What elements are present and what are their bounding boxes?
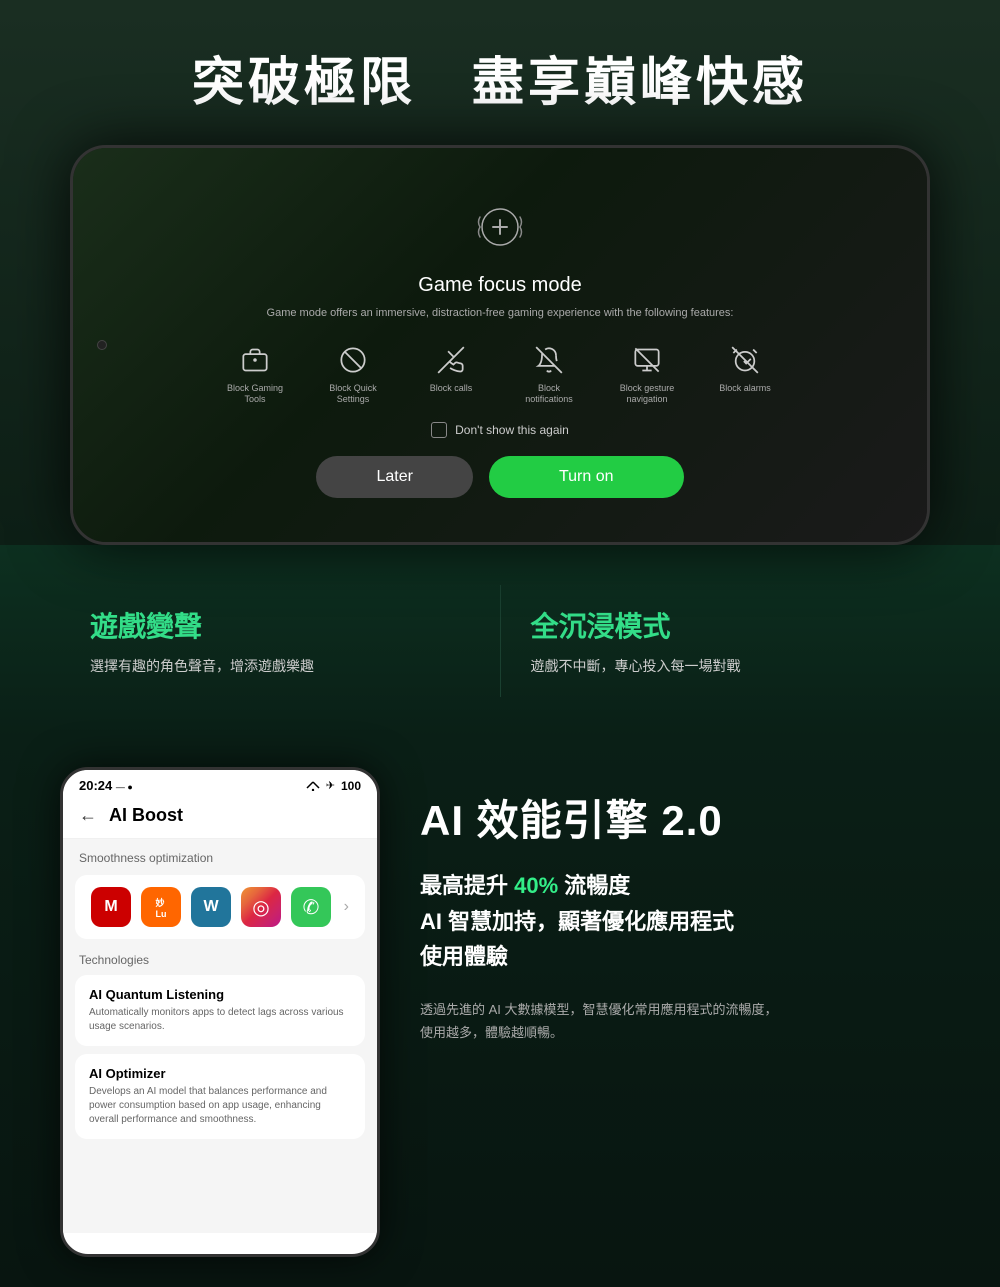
later-button[interactable]: Later [316,456,472,498]
apps-row[interactable]: M 妙Lu W ◎ ✆ › [75,875,365,939]
headline: 突破極限 盡享巔峰快感 [192,40,808,115]
phone2-content: Smoothness optimization M 妙Lu W ◎ ✆ › Te… [63,839,377,1233]
features-row: Block GamingTools Block QuickSettings Bl… [210,342,790,406]
info-highlights: 最高提升 40% 流暢度 AI 智慧加持，顯著優化應用程式 使用體驗 [420,868,940,974]
middle-section: 遊戲變聲 選擇有趣的角色聲音，增添遊戲樂趣 全沉浸模式 遊戲不中斷，專心投入每一… [0,545,1000,737]
ai-engine-title: AI 效能引擎 2.0 [420,787,940,848]
phone-off-icon [433,342,469,378]
tech-card-quantum: AI Quantum Listening Automatically monit… [75,975,365,1046]
highlight-line-1: 最高提升 40% 流暢度 [420,868,940,903]
feature-label-quick-settings: Block QuickSettings [329,383,377,406]
app-icon-m: M [91,887,131,927]
feature-label-gesture: Block gesturenavigation [620,383,675,406]
feature-label-alarms: Block alarms [719,383,771,395]
game-focus-modal: Game focus mode Game mode offers an imme… [200,192,800,498]
apps-chevron-icon: › [344,898,349,916]
sound-title: 遊戲變聲 [90,605,470,645]
info-panel: AI 效能引擎 2.0 最高提升 40% 流暢度 AI 智慧加持，顯著優化應用程… [420,767,940,1044]
immersive-title: 全沉浸模式 [531,605,911,645]
feature-label-notifications: Blocknotifications [525,383,573,406]
status-time: 20:24 — ● [79,778,133,793]
feature-card-sound: 遊戲變聲 選擇有趣的角色聲音，增添遊戲樂趣 [60,585,501,697]
feature-block-quick-settings: Block QuickSettings [308,342,398,406]
app-icon-lulu: 妙Lu [141,887,181,927]
alarm-off-icon [727,342,763,378]
feature-card-immersive: 全沉浸模式 遊戲不中斷，專心投入每一場對戰 [501,585,941,697]
briefcase-icon [237,342,273,378]
modal-description: Game mode offers an immersive, distracti… [267,305,734,322]
camera-dot [97,340,107,350]
ai-boost-title: AI Boost [109,805,183,826]
app-icon-phone: ✆ [291,887,331,927]
top-section: 突破極限 盡享巔峰快感 Game focus mode Game mode of… [0,0,1000,545]
phone1-mockup: Game focus mode Game mode offers an imme… [70,145,930,545]
modal-buttons-row: Later Turn on [316,456,683,498]
feature-label-gaming-tools: Block GamingTools [227,383,283,406]
back-icon[interactable]: ← [79,805,97,826]
info-desc-line-1: 透過先進的 AI 大數據模型，智慧優化常用應用程式的流暢度， [420,1002,778,1017]
tech-card-optimizer: AI Optimizer Develops an AI model that b… [75,1054,365,1139]
sound-desc: 選擇有趣的角色聲音，增添遊戲樂趣 [90,655,470,677]
phone2-mockup: 20:24 — ● ✈ 100 ← AI Boost Smoothness op… [60,767,380,1257]
feature-block-gaming-tools: Block GamingTools [210,342,300,406]
bell-off-icon [531,342,567,378]
highlight-line-3: 使用體驗 [420,939,940,974]
smoothness-label: Smoothness optimization [75,851,365,865]
status-icons: ✈ 100 [306,779,361,793]
feature-block-alarms: Block alarms [700,342,790,406]
dont-show-label: Don't show this again [455,423,569,437]
feature-block-notifications: Blocknotifications [504,342,594,406]
feature-label-calls: Block calls [430,383,473,395]
turn-on-button[interactable]: Turn on [489,456,684,498]
feature-block-gesture-navigation: Block gesturenavigation [602,342,692,406]
technologies-label: Technologies [75,953,365,967]
highlight-line-2: AI 智慧加持，顯著優化應用程式 [420,904,940,939]
optimizer-title: AI Optimizer [89,1066,351,1081]
status-bar: 20:24 — ● ✈ 100 [63,770,377,797]
app-icon-wp: W [191,887,231,927]
app-icon-ig: ◎ [241,887,281,927]
info-desc-line-2: 使用越多，體驗越順暢。 [420,1025,563,1040]
dont-show-checkbox[interactable] [431,422,447,438]
dont-show-row: Don't show this again [431,422,569,438]
quantum-title: AI Quantum Listening [89,987,351,1002]
optimizer-desc: Develops an AI model that balances perfo… [89,1085,351,1127]
phone2-header: ← AI Boost [63,797,377,839]
gesture-off-icon [629,342,665,378]
game-focus-icon [465,192,535,262]
highlight-percent: 40% [514,873,558,898]
quantum-desc: Automatically monitors apps to detect la… [89,1006,351,1034]
modal-title: Game focus mode [418,274,581,297]
info-description: 透過先進的 AI 大數據模型，智慧優化常用應用程式的流暢度， 使用越多，體驗越順… [420,998,940,1045]
feature-block-calls: Block calls [406,342,496,406]
slash-circle-icon [335,342,371,378]
immersive-desc: 遊戲不中斷，專心投入每一場對戰 [531,655,911,677]
bottom-section: 20:24 — ● ✈ 100 ← AI Boost Smoothness op… [0,737,1000,1287]
